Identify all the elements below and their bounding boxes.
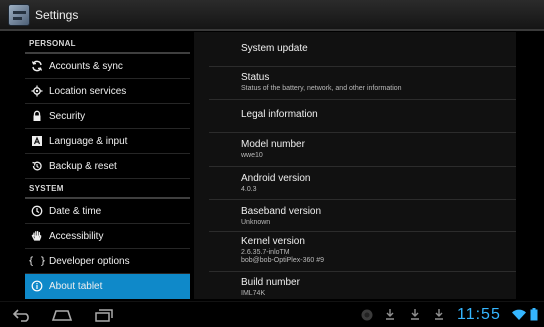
item-title: Model number [241, 139, 305, 150]
clock[interactable]: 11:55 [457, 306, 501, 324]
section-header-personal: PERSONAL [25, 34, 190, 54]
sidebar-item-label: Location services [49, 85, 127, 97]
clock-icon [25, 205, 49, 217]
sidebar-item-label: About tablet [49, 280, 103, 292]
home-button[interactable] [50, 306, 74, 324]
sidebar-item-label: Accounts & sync [49, 60, 123, 72]
app-title: Settings [35, 7, 79, 22]
item-value: wwe10 [241, 152, 263, 159]
sidebar-item-date-time[interactable]: Date & time [25, 199, 190, 224]
build-number-item: Build number IML74K [209, 272, 516, 299]
item-title: System update [241, 43, 308, 54]
info-icon [25, 280, 49, 292]
sidebar-item-language-input[interactable]: Language & input [25, 129, 190, 154]
sidebar-item-developer-options[interactable]: { } Developer options [25, 249, 190, 274]
hand-icon [25, 230, 49, 242]
back-icon [12, 309, 29, 322]
settings-categories-pane: PERSONAL Accounts & sync Location servic… [25, 34, 190, 299]
backup-icon [25, 160, 49, 172]
system-bar: 11:55 [0, 301, 544, 327]
item-title: Baseband version [241, 206, 322, 217]
download-icon[interactable] [385, 308, 395, 323]
settings-app-icon[interactable] [8, 3, 30, 26]
sync-icon [25, 60, 49, 72]
sidebar-item-accessibility[interactable]: Accessibility [25, 224, 190, 249]
notification-dot-icon[interactable] [361, 309, 373, 324]
sidebar-item-label: Security [49, 110, 86, 122]
back-button[interactable] [10, 306, 34, 324]
sidebar-item-security[interactable]: Security [25, 104, 190, 129]
item-value: Unknown [241, 219, 271, 226]
item-value: IML74K [241, 290, 266, 297]
item-value: 4.0.3 [241, 186, 257, 193]
location-icon [25, 85, 49, 97]
about-tablet-pane: System update Status Status of the batte… [194, 32, 516, 299]
sidebar-item-about-tablet[interactable]: About tablet [25, 274, 190, 299]
home-icon [51, 310, 73, 321]
recent-apps-icon [95, 309, 113, 322]
system-update-item[interactable]: System update [209, 32, 516, 67]
sidebar-item-accounts-sync[interactable]: Accounts & sync [25, 54, 190, 79]
legal-information-item[interactable]: Legal information [209, 100, 516, 133]
section-header-system: SYSTEM [25, 179, 190, 199]
download-icon[interactable] [410, 308, 420, 323]
lock-icon [25, 110, 49, 122]
sidebar-item-backup-reset[interactable]: Backup & reset [25, 154, 190, 179]
sidebar-item-label: Date & time [49, 205, 102, 217]
sidebar-item-location-services[interactable]: Location services [25, 79, 190, 104]
item-title: Legal information [241, 109, 318, 120]
item-title: Build number [241, 277, 300, 288]
action-bar: Settings [0, 0, 544, 31]
battery-icon [530, 308, 538, 324]
item-value: 2.6.35.7-inloTM [241, 249, 290, 256]
sidebar-item-label: Developer options [49, 255, 130, 267]
item-title: Status [241, 72, 270, 83]
wifi-icon [512, 309, 526, 323]
model-number-item: Model number wwe10 [209, 133, 516, 167]
sidebar-item-label: Accessibility [49, 230, 104, 242]
keyboard-icon [25, 135, 49, 147]
item-summary: Status of the battery, network, and othe… [241, 85, 402, 92]
baseband-version-item: Baseband version Unknown [209, 200, 516, 232]
sidebar-item-label: Backup & reset [49, 160, 117, 172]
item-value: bob@bob-OptiPlex-360 #9 [241, 257, 324, 264]
recent-apps-button[interactable] [92, 306, 116, 324]
kernel-version-item: Kernel version 2.6.35.7-inloTM bob@bob-O… [209, 232, 516, 272]
braces-icon: { } [27, 255, 47, 267]
sidebar-item-label: Language & input [49, 135, 128, 147]
item-title: Kernel version [241, 236, 305, 247]
download-icon[interactable] [434, 308, 444, 323]
item-title: Android version [241, 173, 311, 184]
android-version-item[interactable]: Android version 4.0.3 [209, 167, 516, 200]
status-item[interactable]: Status Status of the battery, network, a… [209, 67, 516, 100]
